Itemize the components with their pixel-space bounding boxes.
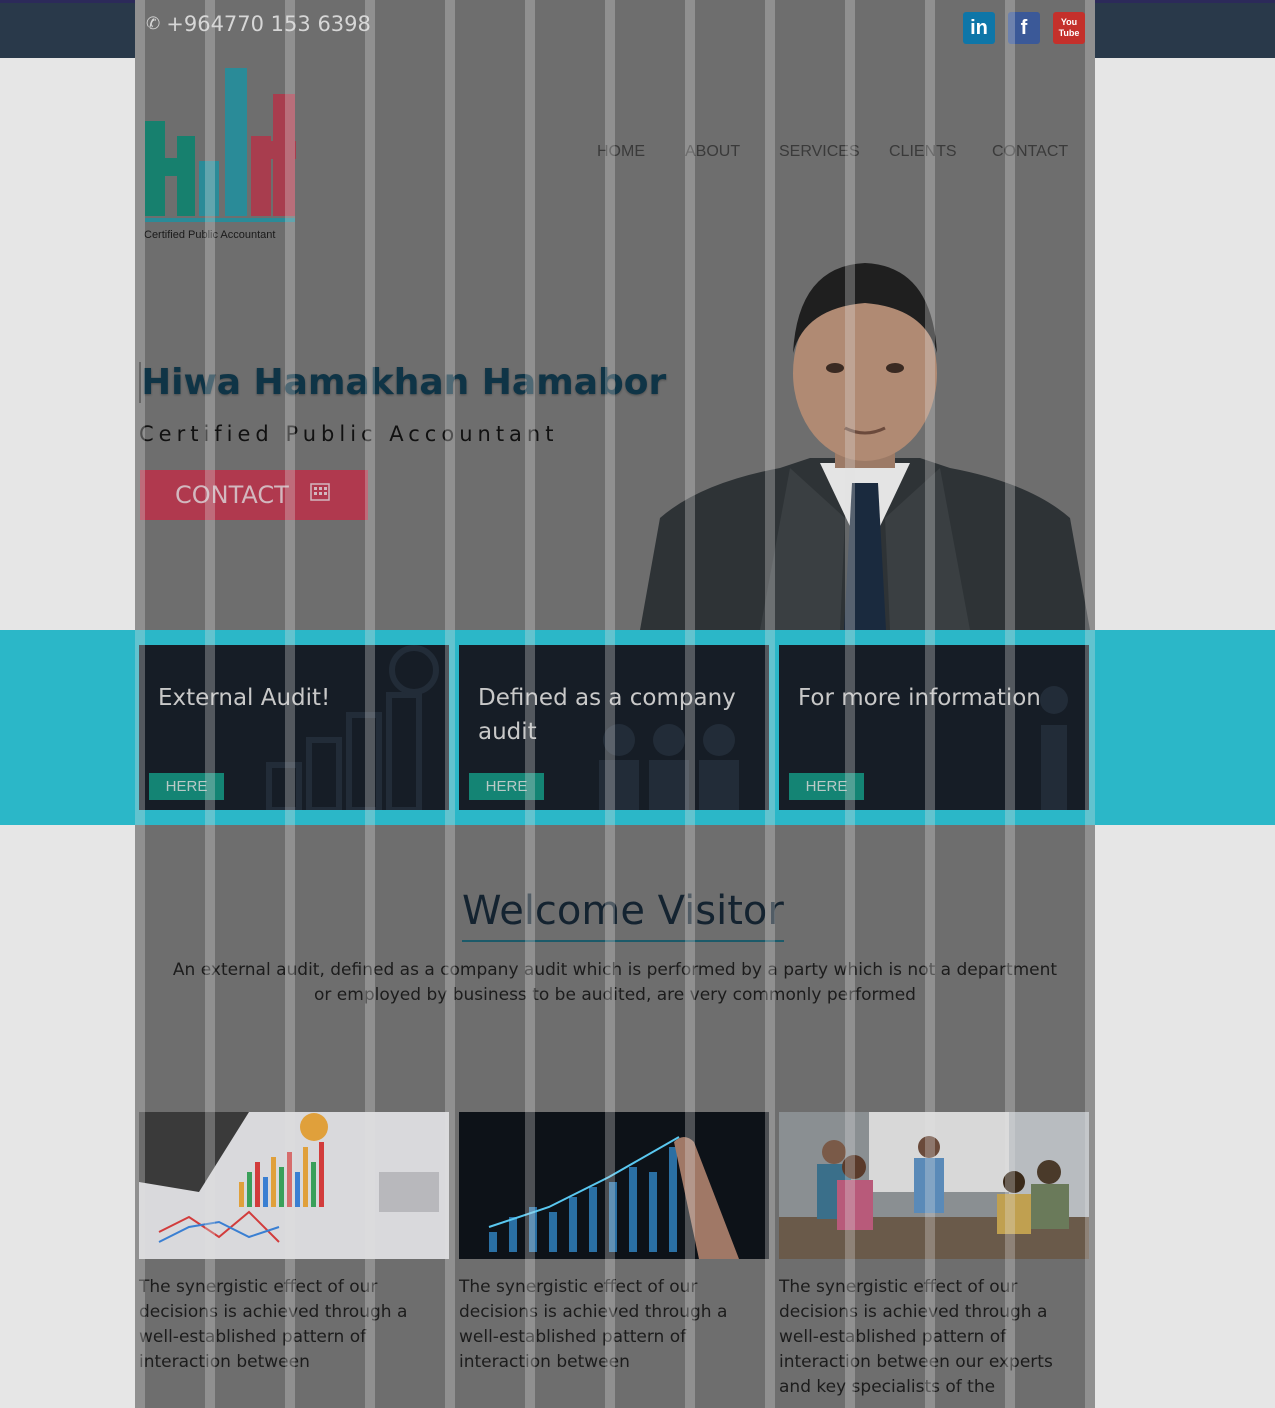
facebook-icon[interactable]: f [1008, 12, 1040, 44]
card-external-audit: External Audit! HERE [139, 645, 449, 810]
phone-number: +964770 153 6398 [166, 12, 371, 36]
portrait-photo [640, 263, 1090, 630]
hero-subtitle: Certified Public Accountant [139, 422, 559, 446]
feature-image-charts [139, 1112, 449, 1259]
building-icon [310, 483, 330, 501]
youtube-icon[interactable]: You Tube [1053, 12, 1085, 44]
nav-about[interactable]: ABOUT [685, 143, 740, 161]
phone-icon: ✆ [146, 14, 161, 34]
nav-contact[interactable]: CONTACT [992, 143, 1068, 161]
card-title: External Audit! [158, 685, 331, 711]
card-more-info: For more information HERE [779, 645, 1089, 810]
contact-button-label: CONTACT [175, 481, 289, 509]
phone-contact[interactable]: ✆ +964770 153 6398 [146, 12, 371, 36]
nav-home[interactable]: HOME [597, 143, 645, 161]
contact-button[interactable]: CONTACT [140, 470, 368, 520]
here-button[interactable]: HERE [789, 773, 864, 800]
card-title: Defined as a company audit [478, 685, 736, 745]
logo-mark-icon [145, 68, 296, 222]
card-title: For more information [798, 685, 1041, 711]
feature-image-growth [459, 1112, 769, 1259]
nav-clients[interactable]: CLIENTS [889, 143, 957, 161]
site-logo[interactable]: Certified Public Accountant [143, 66, 297, 246]
hero-title: Hiwa Hamakhan Hamabor [139, 362, 667, 403]
here-button[interactable]: HERE [469, 773, 544, 800]
feature-image-meeting [779, 1112, 1089, 1259]
welcome-heading: Welcome Visitor [462, 888, 784, 942]
feature-text: The synergistic effect of our decisions … [139, 1277, 408, 1372]
logo-caption: Certified Public Accountant [144, 229, 276, 241]
welcome-text: An external audit, defined as a company … [172, 960, 1058, 1005]
feature-text: The synergistic effect of our decisions … [459, 1277, 728, 1372]
card-company-audit: Defined as a company audit HERE [459, 645, 769, 810]
linkedin-icon[interactable]: in [963, 12, 995, 44]
here-button[interactable]: HERE [149, 773, 224, 800]
nav-services[interactable]: SERVICES [779, 143, 860, 161]
feature-text: The synergistic effect of our decisions … [779, 1277, 1053, 1397]
